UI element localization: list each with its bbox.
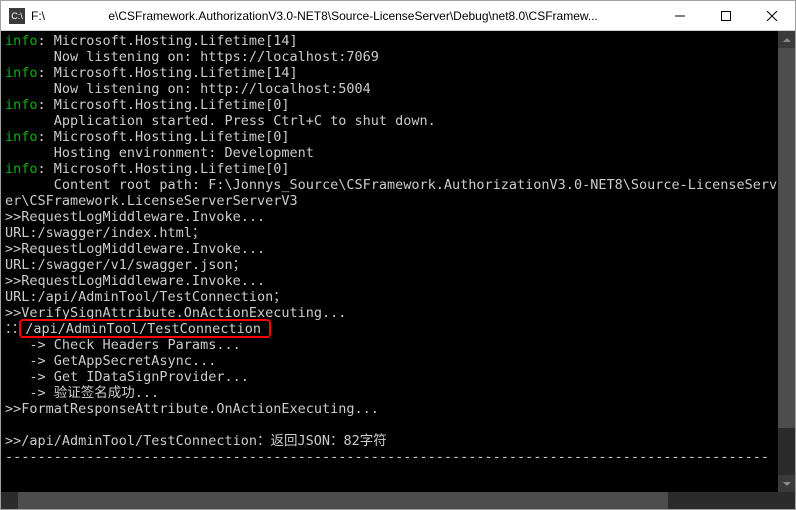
log-level: info <box>5 129 38 145</box>
titlebar[interactable]: C:\ F:\ e\CSFramework.AuthorizationV3.0-… <box>1 1 795 31</box>
log-text: -> 验证签名成功... <box>5 385 159 401</box>
console-line: URL:/swagger/index.html； <box>5 225 791 241</box>
window-controls <box>657 1 795 30</box>
log-text: Now listening on: https://localhost:7069 <box>5 49 379 65</box>
console-line: -> 验证签名成功... <box>5 385 791 401</box>
scroll-up-button[interactable] <box>778 31 795 48</box>
console-window: C:\ F:\ e\CSFramework.AuthorizationV3.0-… <box>0 0 796 510</box>
console-line: >>RequestLogMiddleware.Invoke... <box>5 209 791 225</box>
log-text: URL:/swagger/v1/swagger.json； <box>5 257 246 273</box>
console-line: info: Microsoft.Hosting.Lifetime[14] <box>5 65 791 81</box>
log-level: info <box>5 97 38 113</box>
log-text: URL:/swagger/index.html； <box>5 225 205 241</box>
maximize-button[interactable] <box>703 1 749 30</box>
close-button[interactable] <box>749 1 795 30</box>
log-text: URL:/api/AdminTool/TestConnection； <box>5 289 287 305</box>
log-text: Hosting environment: Development <box>5 145 314 161</box>
log-text: >>RequestLogMiddleware.Invoke... <box>5 209 265 225</box>
console-line: er\CSFramework.LicenseServerServerV3 <box>5 193 791 209</box>
log-text: -> Check Headers Params... <box>5 337 241 353</box>
console-line: URL:/swagger/v1/swagger.json； <box>5 257 791 273</box>
log-text: >>VerifySignAttribute.OnActionExecuting.… <box>5 305 346 321</box>
console-output[interactable]: info: Microsoft.Hosting.Lifetime[14] Now… <box>1 31 795 509</box>
app-icon: C:\ <box>9 8 25 24</box>
console-line: ：：/api/AdminTool/TestConnection <box>5 321 791 337</box>
log-text: ：：/api/AdminTool/TestConnection <box>5 321 261 337</box>
log-text: >>FormatResponseAttribute.OnActionExecut… <box>5 401 379 417</box>
log-text: : Microsoft.Hosting.Lifetime[0] <box>38 97 290 113</box>
scrollbar-corner <box>778 492 795 509</box>
log-level: info <box>5 33 38 49</box>
log-text: Content root path: F:\Jonnys_Source\CSFr… <box>5 177 777 193</box>
console-line: URL:/api/AdminTool/TestConnection； <box>5 289 791 305</box>
console-line <box>5 417 791 433</box>
console-line: -> GetAppSecretAsync... <box>5 353 791 369</box>
console-line: info: Microsoft.Hosting.Lifetime[0] <box>5 161 791 177</box>
log-text: -> GetAppSecretAsync... <box>5 353 216 369</box>
log-level: info <box>5 161 38 177</box>
horizontal-scrollbar[interactable] <box>1 492 795 509</box>
console-line: Hosting environment: Development <box>5 145 791 161</box>
log-text: Application started. Press Ctrl+C to shu… <box>5 113 436 129</box>
minimize-button[interactable] <box>657 1 703 30</box>
console-line: >>/api/AdminTool/TestConnection：返回JSON：8… <box>5 433 791 449</box>
log-text: >>RequestLogMiddleware.Invoke... <box>5 273 265 289</box>
log-text: : Microsoft.Hosting.Lifetime[14] <box>38 33 298 49</box>
window-title: F:\ e\CSFramework.AuthorizationV3.0-NET8… <box>31 9 657 23</box>
vertical-scrollbar[interactable] <box>778 31 795 509</box>
console-line: info: Microsoft.Hosting.Lifetime[0] <box>5 129 791 145</box>
log-level: info <box>5 65 38 81</box>
log-text: >>/api/AdminTool/TestConnection：返回JSON：8… <box>5 433 387 449</box>
console-line: Application started. Press Ctrl+C to shu… <box>5 113 791 129</box>
console-line: >>FormatResponseAttribute.OnActionExecut… <box>5 401 791 417</box>
console-line: Now listening on: https://localhost:7069 <box>5 49 791 65</box>
console-line: Content root path: F:\Jonnys_Source\CSFr… <box>5 177 791 193</box>
redacted-segment <box>68 11 108 22</box>
log-text: Now listening on: http://localhost:5004 <box>5 81 371 97</box>
scroll-thumb-vertical[interactable] <box>778 48 795 428</box>
console-line: info: Microsoft.Hosting.Lifetime[14] <box>5 33 791 49</box>
scroll-thumb-horizontal[interactable] <box>18 492 668 509</box>
log-text: >>RequestLogMiddleware.Invoke... <box>5 241 265 257</box>
log-text: : Microsoft.Hosting.Lifetime[0] <box>38 129 290 145</box>
console-line: >>VerifySignAttribute.OnActionExecuting.… <box>5 305 791 321</box>
redacted-segment <box>45 11 65 22</box>
console-line: -> Get IDataSignProvider... <box>5 369 791 385</box>
console-line: ----------------------------------------… <box>5 449 791 465</box>
log-text: ----------------------------------------… <box>5 449 769 465</box>
console-line: >>RequestLogMiddleware.Invoke... <box>5 273 791 289</box>
console-line: Now listening on: http://localhost:5004 <box>5 81 791 97</box>
log-text: : Microsoft.Hosting.Lifetime[0] <box>38 161 290 177</box>
console-line: >>RequestLogMiddleware.Invoke... <box>5 241 791 257</box>
log-text: er\CSFramework.LicenseServerServerV3 <box>5 193 298 209</box>
console-line: info: Microsoft.Hosting.Lifetime[0] <box>5 97 791 113</box>
console-line: -> Check Headers Params... <box>5 337 791 353</box>
log-text: -> Get IDataSignProvider... <box>5 369 249 385</box>
scroll-down-button[interactable] <box>778 475 795 492</box>
log-text: : Microsoft.Hosting.Lifetime[14] <box>38 65 298 81</box>
